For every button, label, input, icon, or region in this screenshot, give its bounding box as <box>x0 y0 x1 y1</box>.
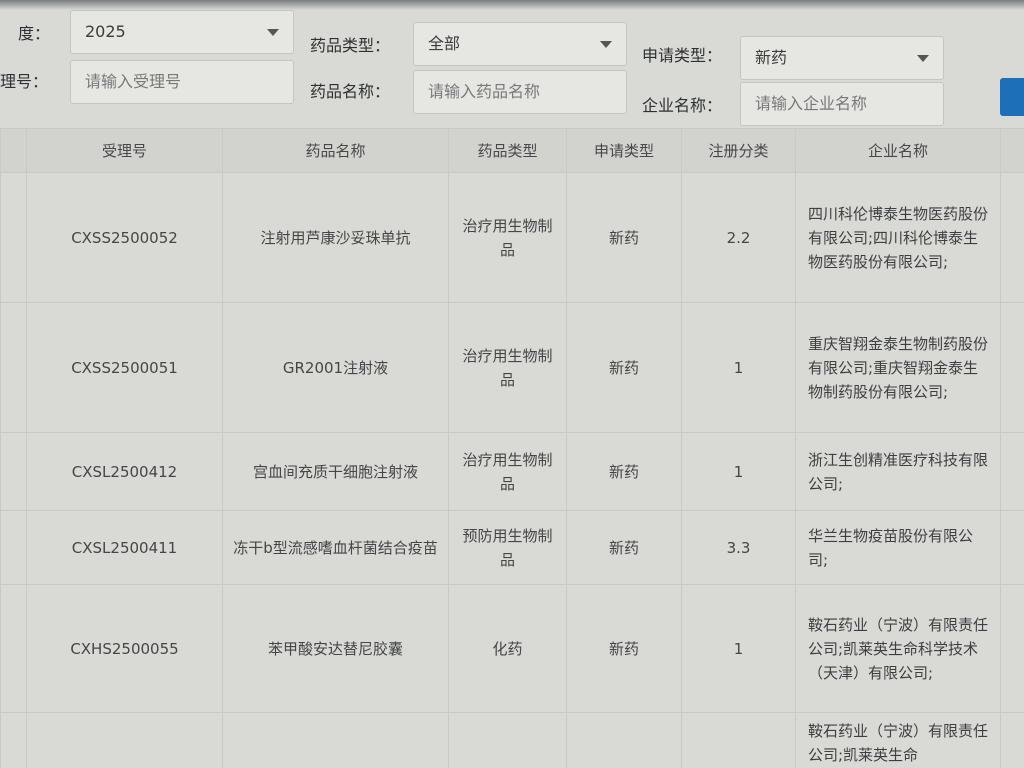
cell-drug-type <box>448 712 567 768</box>
cell-drug-name: 宫血间充质干细胞注射液 <box>222 432 449 511</box>
cell-company: 华兰生物疫苗股份有限公司; <box>795 510 1001 585</box>
cell-drug-name: 苯甲酸安达替尼胶囊 <box>222 584 449 713</box>
cell-category <box>681 712 796 768</box>
drug-name-input[interactable]: 请输入药品名称 <box>413 70 627 114</box>
chevron-down-icon <box>917 55 929 62</box>
cell-category: 2.2 <box>681 172 796 303</box>
header-drug-name[interactable]: 药品名称 <box>222 128 449 173</box>
apply-type-value: 新药 <box>755 48 788 67</box>
table-row[interactable]: CXSS2500051 GR2001注射液 治疗用生物制品 新药 1 重庆智翔金… <box>0 302 1024 433</box>
header-accept-no[interactable]: 受理号 <box>26 128 223 173</box>
cell-apply-type: 新药 <box>566 510 682 585</box>
cell-company: 鞍石药业（宁波）有限责任公司;凯莱英生命 <box>795 712 1001 768</box>
apply-type-select[interactable]: 新药 <box>740 36 944 80</box>
header-apply-type[interactable]: 申请类型 <box>566 128 682 173</box>
drug-type-label: 药品类型： <box>310 36 391 55</box>
cell-company: 浙江生创精准医疗科技有限公司; <box>795 432 1001 511</box>
apply-type-label: 申请类型： <box>642 46 723 65</box>
cell-company: 鞍石药业（宁波）有限责任公司;凯莱英生命科学技术（天津）有限公司; <box>795 584 1001 713</box>
chevron-down-icon <box>600 41 612 48</box>
cell-accept-no[interactable]: CXSS2500051 <box>26 302 223 433</box>
cell-accept-no[interactable]: CXHS2500055 <box>26 584 223 713</box>
drug-type-value: 全部 <box>428 34 461 53</box>
header-company[interactable]: 企业名称 <box>795 128 1001 173</box>
company-input[interactable]: 请输入企业名称 <box>740 82 944 126</box>
cell-accept-no[interactable]: CXSS2500052 <box>26 172 223 303</box>
cell-accept-no[interactable] <box>26 712 223 768</box>
drug-name-label: 药品名称： <box>310 82 391 101</box>
header-category[interactable]: 注册分类 <box>681 128 796 173</box>
results-table: 受理号 药品名称 药品类型 申请类型 注册分类 企业名称 CXSS2500052… <box>0 128 1024 768</box>
cell-drug-type: 治疗用生物制品 <box>448 302 567 433</box>
cell-category: 1 <box>681 584 796 713</box>
cell-apply-type: 新药 <box>566 172 682 303</box>
cell-apply-type <box>566 712 682 768</box>
cell-apply-type: 新药 <box>566 432 682 511</box>
year-value: 2025 <box>85 22 126 41</box>
accept-no-input[interactable]: 请输入受理号 <box>70 60 294 104</box>
cell-drug-type: 预防用生物制品 <box>448 510 567 585</box>
cell-drug-name <box>222 712 449 768</box>
cell-accept-no[interactable]: CXSL2500412 <box>26 432 223 511</box>
table-row[interactable]: 鞍石药业（宁波）有限责任公司;凯莱英生命 <box>0 712 1024 768</box>
cell-category: 3.3 <box>681 510 796 585</box>
cell-drug-name: 冻干b型流感嗜血杆菌结合疫苗 <box>222 510 449 585</box>
table-row[interactable]: CXHS2500055 苯甲酸安达替尼胶囊 化药 新药 1 鞍石药业（宁波）有限… <box>0 584 1024 713</box>
cell-category: 1 <box>681 302 796 433</box>
cell-drug-type: 治疗用生物制品 <box>448 432 567 511</box>
header-extra-col <box>1000 128 1024 173</box>
drug-type-select[interactable]: 全部 <box>413 22 627 66</box>
cell-apply-type: 新药 <box>566 302 682 433</box>
header-select-col <box>0 128 27 173</box>
chevron-down-icon <box>267 29 279 36</box>
cell-drug-type: 化药 <box>448 584 567 713</box>
cell-company: 四川科伦博泰生物医药股份有限公司;四川科伦博泰生物医药股份有限公司; <box>795 172 1001 303</box>
accept-no-label: 理号： <box>0 72 49 91</box>
table-header-row: 受理号 药品名称 药品类型 申请类型 注册分类 企业名称 <box>0 128 1024 173</box>
table-row[interactable]: CXSL2500412 宫血间充质干细胞注射液 治疗用生物制品 新药 1 浙江生… <box>0 432 1024 511</box>
cell-company: 重庆智翔金泰生物制药股份有限公司;重庆智翔金泰生物制药股份有限公司; <box>795 302 1001 433</box>
query-button[interactable] <box>1000 78 1024 116</box>
filter-bar: 度： 2025 药品类型： 全部 申请类型： 新药 理号： 请输入受理号 药品名… <box>0 8 1024 126</box>
cell-category: 1 <box>681 432 796 511</box>
table-row[interactable]: CXSL2500411 冻干b型流感嗜血杆菌结合疫苗 预防用生物制品 新药 3.… <box>0 510 1024 585</box>
year-select[interactable]: 2025 <box>70 10 294 54</box>
cell-drug-type: 治疗用生物制品 <box>448 172 567 303</box>
cell-apply-type: 新药 <box>566 584 682 713</box>
cell-drug-name: 注射用芦康沙妥珠单抗 <box>222 172 449 303</box>
cell-drug-name: GR2001注射液 <box>222 302 449 433</box>
table-row[interactable]: CXSS2500052 注射用芦康沙妥珠单抗 治疗用生物制品 新药 2.2 四川… <box>0 172 1024 303</box>
cell-accept-no[interactable]: CXSL2500411 <box>26 510 223 585</box>
year-label: 度： <box>18 24 51 43</box>
company-label: 企业名称： <box>642 96 723 115</box>
header-drug-type[interactable]: 药品类型 <box>448 128 567 173</box>
